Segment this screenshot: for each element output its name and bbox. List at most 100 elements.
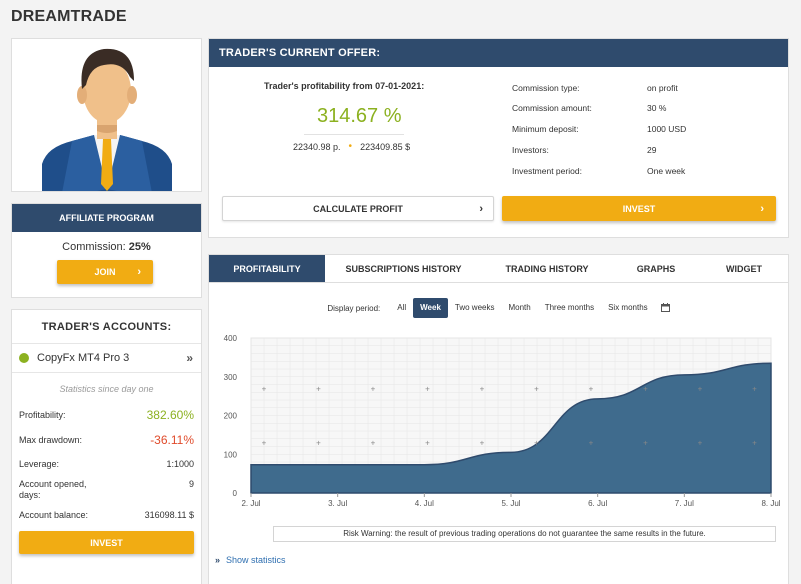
invest-account-button[interactable]: INVEST <box>19 531 194 554</box>
grid-marker: + <box>643 384 648 393</box>
amount-rub: 22340.98 р. <box>293 141 341 152</box>
tab-trading-history[interactable]: TRADING HISTORY <box>482 255 612 282</box>
amount-usd: 223409.85 $ <box>360 141 411 152</box>
show-statistics-link[interactable]: » Show statistics <box>215 555 286 565</box>
affiliate-program-panel: AFFILIATE PROGRAM Commission: 25% JOIN › <box>11 203 202 298</box>
stat-label: Account balance: <box>19 510 89 520</box>
trader-avatar-panel <box>11 38 202 192</box>
y-tick-label: 200 <box>224 412 238 421</box>
x-tick-label: 3. Jul <box>328 499 347 508</box>
display-period-selector: Display period: All Week Two weeks Month… <box>209 298 788 318</box>
x-tick-label: 4. Jul <box>415 499 434 508</box>
invest-offer-button[interactable]: INVEST › <box>502 196 776 221</box>
period-two-weeks[interactable]: Two weeks <box>448 298 502 318</box>
show-statistics-label: Show statistics <box>226 555 286 565</box>
grid-marker: + <box>752 384 757 393</box>
period-month[interactable]: Month <box>501 298 537 318</box>
grid-marker: + <box>262 439 267 448</box>
chevron-right-icon: › <box>479 202 483 215</box>
spec-label: Commission type: <box>512 83 580 93</box>
x-tick-label: 8. Jul <box>761 499 780 508</box>
account-selector[interactable]: CopyFx MT4 Pro 3 » <box>12 343 201 373</box>
grid-marker: + <box>425 384 430 393</box>
tab-bar: PROFITABILITY SUBSCRIPTIONS HISTORY TRAD… <box>209 255 788 283</box>
grid-marker: + <box>589 439 594 448</box>
profitability-amounts: 22340.98 р. • 223409.85 $ <box>293 141 410 152</box>
period-week[interactable]: Week <box>413 298 448 318</box>
stat-label: Profitability: <box>19 410 66 420</box>
current-offer-panel: TRADER'S CURRENT OFFER: Trader's profita… <box>208 38 789 238</box>
y-tick-label: 400 <box>224 334 238 343</box>
divider <box>304 134 404 135</box>
tab-subscriptions-history[interactable]: SUBSCRIPTIONS HISTORY <box>325 255 482 282</box>
accounts-title: TRADER'S ACCOUNTS: <box>41 321 172 333</box>
join-button-label: JOIN <box>94 267 116 277</box>
stat-value: 1:1000 <box>166 459 194 469</box>
spec-label: Investors: <box>512 145 549 155</box>
grid-marker: + <box>698 439 703 448</box>
stats-since-label: Statistics since day one <box>59 384 154 394</box>
bullet-icon: • <box>348 141 353 152</box>
double-chevron-right-icon: » <box>215 555 221 565</box>
stat-label: Max drawdown: <box>19 435 83 445</box>
grid-marker: + <box>534 384 539 393</box>
status-dot-icon <box>19 353 29 363</box>
grid-marker: + <box>425 439 430 448</box>
stat-row-account-opened: Account opened, days: 9 <box>19 479 194 501</box>
x-tick-label: 7. Jul <box>675 499 694 508</box>
offer-title: TRADER'S CURRENT OFFER: <box>209 39 788 67</box>
grid-marker: + <box>752 439 757 448</box>
spec-value: 29 <box>647 145 657 155</box>
chevron-right-icon: › <box>760 202 764 215</box>
spec-value: 30 % <box>647 103 667 113</box>
spec-label: Commission amount: <box>512 103 592 113</box>
grid-marker: + <box>534 439 539 448</box>
stat-row-profitability: Profitability: 382.60% <box>19 408 194 422</box>
period-three-months[interactable]: Three months <box>538 298 601 318</box>
display-period-label: Display period: <box>327 303 381 313</box>
profitability-value: 314.67 % <box>317 105 402 127</box>
calculate-profit-label: CALCULATE PROFIT <box>313 203 403 214</box>
y-tick-label: 100 <box>224 450 238 459</box>
grid-marker: + <box>589 384 594 393</box>
y-tick-label: 300 <box>224 373 238 382</box>
period-all[interactable]: All <box>390 298 413 318</box>
period-six-months[interactable]: Six months <box>601 298 655 318</box>
brand-logo: DREAMTRADE <box>11 8 127 25</box>
tab-profitability[interactable]: PROFITABILITY <box>209 255 325 282</box>
grid-marker: + <box>262 384 267 393</box>
profitability-chart: 0 100 200 300 400 + + + + + + + + + + + + + + + + + + + +2. Jul 3… <box>224 334 781 508</box>
calendar-icon[interactable] <box>660 302 670 314</box>
stat-value: 9 <box>188 479 194 489</box>
join-button[interactable]: JOIN › <box>57 260 153 284</box>
affiliate-commission-value: 25% <box>128 241 151 253</box>
stat-row-max-drawdown: Max drawdown: -36.11% <box>19 433 194 447</box>
tab-graphs[interactable]: GRAPHS <box>612 255 700 282</box>
double-chevron-right-icon[interactable]: » <box>186 351 193 365</box>
x-tick-label: 2. Jul <box>241 499 260 508</box>
trader-accounts-panel: TRADER'S ACCOUNTS: CopyFx MT4 Pro 3 » St… <box>11 309 202 584</box>
invest-button-label: INVEST <box>622 203 656 214</box>
spec-label: Minimum deposit: <box>512 124 579 134</box>
stat-value: 382.60% <box>146 408 194 422</box>
grid-marker: + <box>316 439 321 448</box>
stat-label: Leverage: <box>19 459 60 469</box>
affiliate-commission-label: Commission: <box>62 241 126 253</box>
grid-marker: + <box>480 384 485 393</box>
spec-value: One week <box>647 166 686 176</box>
profitability-label: Trader's profitability from 07-01-2021: <box>264 81 425 91</box>
stat-value: -36.11% <box>150 433 194 447</box>
tab-widget[interactable]: WIDGET <box>700 255 788 282</box>
grid-marker: + <box>643 439 648 448</box>
stat-value: 316098.11 $ <box>144 510 194 520</box>
calculate-profit-button[interactable]: CALCULATE PROFIT › <box>222 196 494 221</box>
spec-value: on profit <box>647 83 678 93</box>
grid-marker: + <box>371 439 376 448</box>
account-name: CopyFx MT4 Pro 3 <box>37 352 130 364</box>
y-tick-label: 0 <box>233 489 238 498</box>
grid-marker: + <box>316 384 321 393</box>
profitability-panel: PROFITABILITY SUBSCRIPTIONS HISTORY TRAD… <box>208 254 789 584</box>
risk-warning: Risk Warning: the result of previous tra… <box>273 526 776 542</box>
affiliate-title: AFFILIATE PROGRAM <box>12 204 201 232</box>
x-tick-label: 5. Jul <box>501 499 520 508</box>
